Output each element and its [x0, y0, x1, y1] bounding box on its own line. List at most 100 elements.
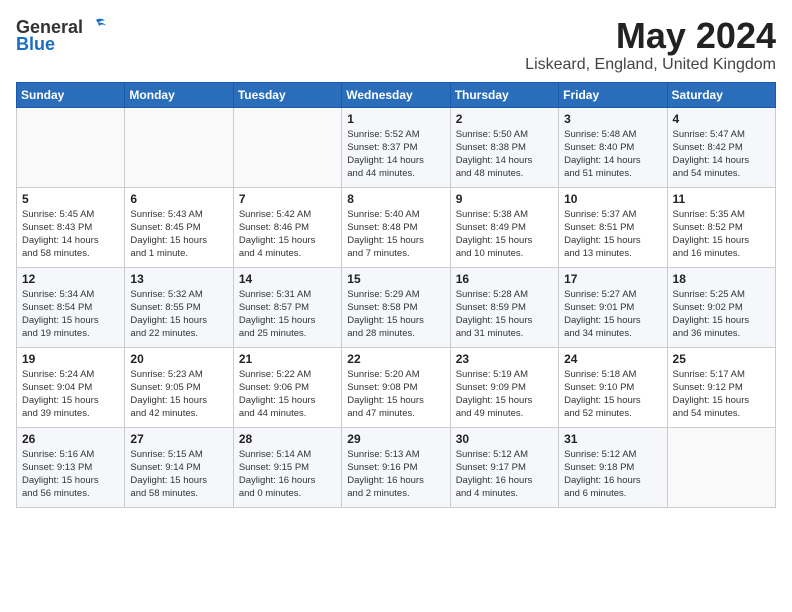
- day-detail: Sunrise: 5:40 AM Sunset: 8:48 PM Dayligh…: [347, 208, 444, 261]
- day-number: 3: [564, 112, 661, 126]
- header-row: SundayMondayTuesdayWednesdayThursdayFrid…: [17, 82, 776, 107]
- day-number: 10: [564, 192, 661, 206]
- day-number: 7: [239, 192, 336, 206]
- day-cell-23: 23 Sunrise: 5:19 AM Sunset: 9:09 PM Dayli…: [450, 347, 558, 427]
- day-number: 27: [130, 432, 227, 446]
- day-number: 13: [130, 272, 227, 286]
- location-title: Liskeard, England, United Kingdom: [525, 56, 776, 74]
- day-detail: Sunrise: 5:17 AM Sunset: 9:12 PM Dayligh…: [673, 368, 770, 421]
- day-header-tuesday: Tuesday: [233, 82, 341, 107]
- day-cell-5: 5 Sunrise: 5:45 AM Sunset: 8:43 PM Daylig…: [17, 187, 125, 267]
- day-detail: Sunrise: 5:23 AM Sunset: 9:05 PM Dayligh…: [130, 368, 227, 421]
- day-number: 29: [347, 432, 444, 446]
- day-number: 9: [456, 192, 553, 206]
- day-detail: Sunrise: 5:34 AM Sunset: 8:54 PM Dayligh…: [22, 288, 119, 341]
- logo-blue: Blue: [16, 34, 55, 55]
- day-cell-21: 21Sunrise: 5:22 AM Sunset: 9:06 PM Dayli…: [233, 347, 341, 427]
- day-detail: Sunrise: 5:28 AM Sunset: 8:59 PM Dayligh…: [456, 288, 553, 341]
- day-detail: Sunrise: 5:35 AM Sunset: 8:52 PM Dayligh…: [673, 208, 770, 261]
- day-detail: Sunrise: 5:25 AM Sunset: 9:02 PM Dayligh…: [673, 288, 770, 341]
- week-row-1: 1Sunrise: 5:52 AM Sunset: 8:37 PM Daylig…: [17, 107, 776, 187]
- header: General Blue May 2024 Liskeard, England,…: [16, 16, 776, 74]
- day-cell-14: 14 Sunrise: 5:31 AM Sunset: 8:57 PM Dayli…: [233, 267, 341, 347]
- day-number: 20: [130, 352, 227, 366]
- day-detail: Sunrise: 5:31 AM Sunset: 8:57 PM Dayligh…: [239, 288, 336, 341]
- day-header-sunday: Sunday: [17, 82, 125, 107]
- empty-cell: [17, 107, 125, 187]
- day-header-wednesday: Wednesday: [342, 82, 450, 107]
- day-detail: Sunrise: 5:14 AM Sunset: 9:15 PM Dayligh…: [239, 448, 336, 501]
- day-cell-9: 9Sunrise: 5:38 AM Sunset: 8:49 PM Daylig…: [450, 187, 558, 267]
- day-detail: Sunrise: 5:12 AM Sunset: 9:18 PM Dayligh…: [564, 448, 661, 501]
- day-number: 2: [456, 112, 553, 126]
- day-number: 22: [347, 352, 444, 366]
- day-detail: Sunrise: 5:47 AM Sunset: 8:42 PM Dayligh…: [673, 128, 770, 181]
- day-number: 24: [564, 352, 661, 366]
- day-cell-27: 27Sunrise: 5:15 AM Sunset: 9:14 PM Dayli…: [125, 427, 233, 507]
- day-number: 21: [239, 352, 336, 366]
- logo-bird-icon: [85, 16, 107, 38]
- day-detail: Sunrise: 5:12 AM Sunset: 9:17 PM Dayligh…: [456, 448, 553, 501]
- calendar-table: SundayMondayTuesdayWednesdayThursdayFrid…: [16, 82, 776, 508]
- day-cell-17: 17 Sunrise: 5:27 AM Sunset: 9:01 PM Dayli…: [559, 267, 667, 347]
- day-cell-22: 22 Sunrise: 5:20 AM Sunset: 9:08 PM Dayli…: [342, 347, 450, 427]
- week-row-2: 5 Sunrise: 5:45 AM Sunset: 8:43 PM Daylig…: [17, 187, 776, 267]
- day-cell-1: 1Sunrise: 5:52 AM Sunset: 8:37 PM Daylig…: [342, 107, 450, 187]
- day-number: 15: [347, 272, 444, 286]
- day-number: 8: [347, 192, 444, 206]
- day-detail: Sunrise: 5:43 AM Sunset: 8:45 PM Dayligh…: [130, 208, 227, 261]
- day-number: 28: [239, 432, 336, 446]
- day-cell-30: 30 Sunrise: 5:12 AM Sunset: 9:17 PM Dayli…: [450, 427, 558, 507]
- day-detail: Sunrise: 5:24 AM Sunset: 9:04 PM Dayligh…: [22, 368, 119, 421]
- day-detail: Sunrise: 5:37 AM Sunset: 8:51 PM Dayligh…: [564, 208, 661, 261]
- day-cell-18: 18 Sunrise: 5:25 AM Sunset: 9:02 PM Dayli…: [667, 267, 775, 347]
- day-number: 5: [22, 192, 119, 206]
- day-number: 14: [239, 272, 336, 286]
- day-detail: Sunrise: 5:16 AM Sunset: 9:13 PM Dayligh…: [22, 448, 119, 501]
- day-cell-31: 31 Sunrise: 5:12 AM Sunset: 9:18 PM Dayli…: [559, 427, 667, 507]
- day-cell-25: 25Sunrise: 5:17 AM Sunset: 9:12 PM Dayli…: [667, 347, 775, 427]
- day-header-friday: Friday: [559, 82, 667, 107]
- day-number: 6: [130, 192, 227, 206]
- logo: General Blue: [16, 16, 107, 55]
- day-detail: Sunrise: 5:45 AM Sunset: 8:43 PM Dayligh…: [22, 208, 119, 261]
- day-cell-13: 13Sunrise: 5:32 AM Sunset: 8:55 PM Dayli…: [125, 267, 233, 347]
- day-number: 30: [456, 432, 553, 446]
- day-number: 11: [673, 192, 770, 206]
- day-number: 19: [22, 352, 119, 366]
- day-cell-2: 2 Sunrise: 5:50 AM Sunset: 8:38 PM Daylig…: [450, 107, 558, 187]
- week-row-4: 19 Sunrise: 5:24 AM Sunset: 9:04 PM Dayli…: [17, 347, 776, 427]
- day-cell-26: 26Sunrise: 5:16 AM Sunset: 9:13 PM Dayli…: [17, 427, 125, 507]
- day-cell-6: 6 Sunrise: 5:43 AM Sunset: 8:45 PM Daylig…: [125, 187, 233, 267]
- day-cell-3: 3 Sunrise: 5:48 AM Sunset: 8:40 PM Daylig…: [559, 107, 667, 187]
- day-number: 1: [347, 112, 444, 126]
- day-detail: Sunrise: 5:50 AM Sunset: 8:38 PM Dayligh…: [456, 128, 553, 181]
- day-number: 17: [564, 272, 661, 286]
- day-cell-12: 12 Sunrise: 5:34 AM Sunset: 8:54 PM Dayli…: [17, 267, 125, 347]
- day-header-saturday: Saturday: [667, 82, 775, 107]
- day-cell-16: 16Sunrise: 5:28 AM Sunset: 8:59 PM Dayli…: [450, 267, 558, 347]
- week-row-5: 26Sunrise: 5:16 AM Sunset: 9:13 PM Dayli…: [17, 427, 776, 507]
- day-number: 31: [564, 432, 661, 446]
- day-detail: Sunrise: 5:48 AM Sunset: 8:40 PM Dayligh…: [564, 128, 661, 181]
- month-title: May 2024: [525, 16, 776, 56]
- empty-cell: [667, 427, 775, 507]
- day-detail: Sunrise: 5:20 AM Sunset: 9:08 PM Dayligh…: [347, 368, 444, 421]
- day-detail: Sunrise: 5:42 AM Sunset: 8:46 PM Dayligh…: [239, 208, 336, 261]
- day-number: 18: [673, 272, 770, 286]
- day-cell-7: 7 Sunrise: 5:42 AM Sunset: 8:46 PM Daylig…: [233, 187, 341, 267]
- day-header-monday: Monday: [125, 82, 233, 107]
- day-number: 12: [22, 272, 119, 286]
- day-detail: Sunrise: 5:19 AM Sunset: 9:09 PM Dayligh…: [456, 368, 553, 421]
- day-header-thursday: Thursday: [450, 82, 558, 107]
- day-number: 4: [673, 112, 770, 126]
- day-detail: Sunrise: 5:13 AM Sunset: 9:16 PM Dayligh…: [347, 448, 444, 501]
- day-cell-24: 24 Sunrise: 5:18 AM Sunset: 9:10 PM Dayli…: [559, 347, 667, 427]
- day-cell-8: 8 Sunrise: 5:40 AM Sunset: 8:48 PM Daylig…: [342, 187, 450, 267]
- day-detail: Sunrise: 5:29 AM Sunset: 8:58 PM Dayligh…: [347, 288, 444, 341]
- empty-cell: [233, 107, 341, 187]
- day-detail: Sunrise: 5:27 AM Sunset: 9:01 PM Dayligh…: [564, 288, 661, 341]
- day-detail: Sunrise: 5:18 AM Sunset: 9:10 PM Dayligh…: [564, 368, 661, 421]
- day-number: 23: [456, 352, 553, 366]
- day-cell-20: 20 Sunrise: 5:23 AM Sunset: 9:05 PM Dayli…: [125, 347, 233, 427]
